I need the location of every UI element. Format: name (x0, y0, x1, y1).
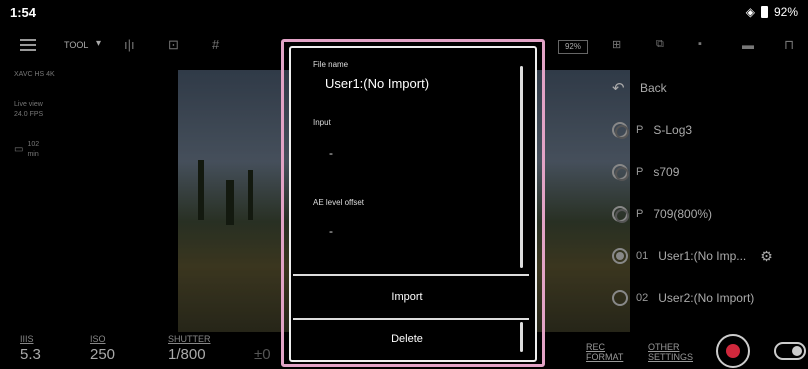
list-item[interactable]: 02 User2:(No Import) (612, 284, 808, 312)
shutter-param[interactable]: SHUTTER 1/800 (168, 334, 211, 363)
gear-icon[interactable]: ⚙ (760, 248, 773, 265)
list-item-selected[interactable]: 01 User1:(No Imp... ⚙ (612, 242, 808, 270)
dialog-scrollbar[interactable] (520, 66, 523, 268)
item-label: 709(800%) (653, 207, 713, 221)
item-prefix: P (636, 208, 644, 220)
radio-icon (612, 164, 629, 181)
remaining-value: 102 (27, 141, 40, 148)
item-prefix: 02 (636, 292, 649, 304)
left-info: XAVC HS 4K Live view 24.0 FPS ▭ 102 min (14, 70, 55, 160)
file-name-label: File name (313, 60, 349, 69)
ev-param[interactable]: EV ±0 (254, 334, 271, 363)
rec-format-param[interactable]: REC FORMAT (586, 342, 623, 362)
item-label: s709 (653, 165, 680, 179)
item-label: S-Log3 (653, 123, 693, 137)
fps-label: 24.0 FPS (14, 111, 44, 118)
other-settings-line2: SETTINGS (648, 352, 694, 362)
item-label: User1:(No Imp... (658, 249, 747, 263)
eye-icon: ◈ (745, 5, 755, 19)
iso-param[interactable]: ISO 250 (90, 334, 115, 363)
rec-format-line1: REC (586, 342, 606, 352)
battery-area: ◈ 92% (746, 5, 798, 19)
iso-label: ISO (90, 334, 106, 344)
item-prefix: 01 (636, 250, 649, 262)
chevron-down-icon[interactable]: ▾ (96, 38, 101, 49)
radio-icon (612, 248, 628, 264)
iris-param[interactable]: IIIS 5.3 (20, 334, 41, 363)
focus-icon[interactable]: ▪ (698, 38, 702, 50)
grid-icon[interactable]: # (212, 37, 219, 52)
ev-value: ±0 (254, 346, 271, 363)
input-value: - (329, 146, 333, 160)
lock-icon[interactable]: ⊓ (784, 37, 794, 53)
file-name-value: User1:(No Import) (325, 76, 430, 91)
import-button[interactable]: Import (293, 278, 521, 316)
live-view-label: Live view (14, 101, 43, 108)
list-item[interactable]: P 709(800%) (612, 200, 808, 228)
rec-format-line2: FORMAT (586, 352, 624, 362)
ae-level-label: AE level offset (313, 198, 364, 207)
tool-label[interactable]: TOOL (64, 40, 88, 50)
remaining-unit: min (27, 151, 39, 158)
status-bar: 1:54 ◈ 92% (0, 0, 808, 26)
item-prefix: P (636, 166, 644, 178)
back-icon: ↶ (612, 80, 625, 97)
menu-icon[interactable] (20, 39, 36, 51)
item-prefix: P (636, 124, 644, 136)
radio-icon (612, 122, 629, 139)
iris-value: 5.3 (20, 346, 41, 363)
waveform-icon[interactable]: ı|ı (124, 37, 135, 52)
codec-label: XAVC HS 4K (14, 71, 55, 78)
battery-percent: 92% (773, 5, 798, 19)
radio-icon (612, 206, 629, 223)
list-item[interactable]: P s709 (612, 158, 808, 186)
back-item[interactable]: ↶ Back (612, 74, 808, 102)
list-item[interactable]: P S-Log3 (612, 116, 808, 144)
iso-value: 250 (90, 346, 116, 363)
item-label: User2:(No Import) (658, 291, 755, 305)
other-settings-param[interactable]: OTHER SETTINGS (648, 342, 693, 362)
delete-button[interactable]: Delete (293, 320, 521, 358)
dialog-scrollbar-end (520, 322, 523, 352)
record-button[interactable] (716, 334, 750, 368)
iris-label: IIIS (20, 334, 34, 344)
shutter-value: 1/800 (168, 346, 206, 363)
hold-toggle[interactable] (774, 342, 806, 360)
shutter-label: SHUTTER (168, 334, 211, 344)
remaining-time: ▭ 102 min (14, 140, 55, 160)
other-settings-line1: OTHER (648, 342, 680, 352)
clock: 1:54 (10, 5, 37, 20)
ae-level-value: - (329, 224, 333, 238)
media-icon[interactable]: ⧉ (656, 38, 664, 51)
frame-icon[interactable]: ⊡ (168, 37, 179, 53)
input-label: Input (313, 118, 331, 127)
battery-icon (760, 6, 768, 18)
media-card-icon: ▭ (14, 144, 24, 155)
back-label: Back (640, 81, 667, 95)
battery-box: 92% (558, 40, 588, 54)
radio-icon (612, 290, 628, 306)
card-icon[interactable]: ▬ (742, 38, 754, 52)
audio-icon[interactable]: ⊞ (612, 38, 621, 51)
divider (293, 274, 529, 276)
